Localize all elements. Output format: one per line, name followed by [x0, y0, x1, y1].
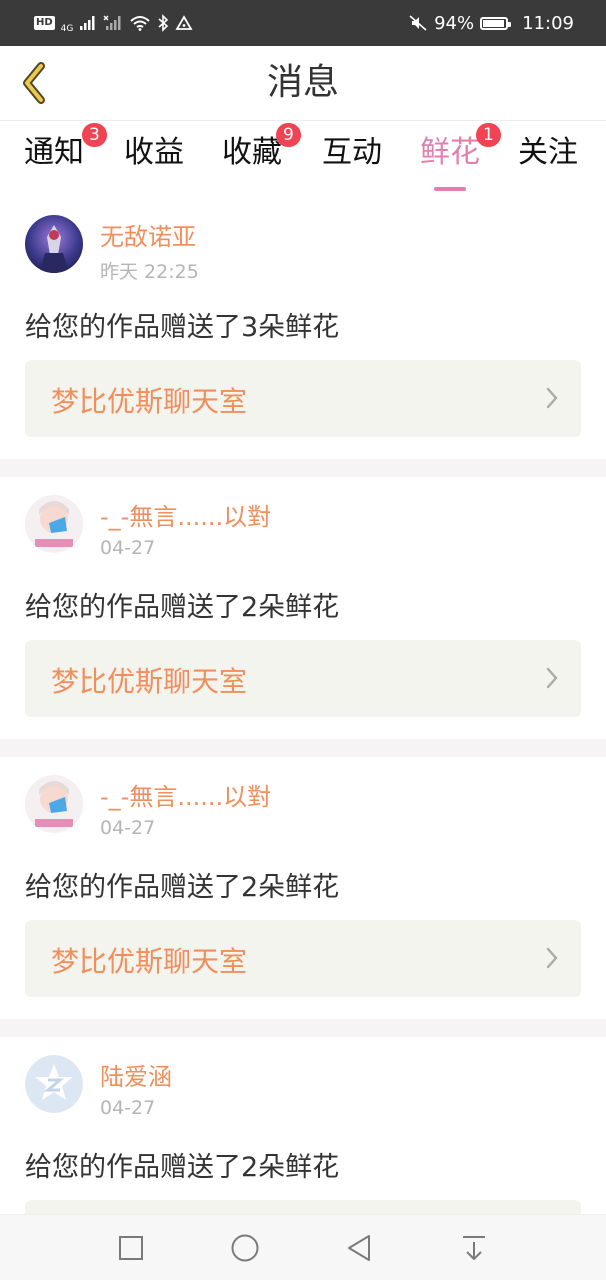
- tab-bar: 通知 3 收益 收藏 9 互动 鲜花 1 关注: [0, 121, 606, 197]
- alert-icon: [175, 15, 193, 30]
- username[interactable]: 无敌诺亚: [100, 217, 196, 252]
- chevron-right-icon: [546, 387, 558, 409]
- default-avatar-icon: [25, 1055, 83, 1113]
- timestamp: 昨天 22:25: [100, 261, 199, 283]
- mute-icon: [409, 15, 427, 31]
- recent-apps-icon: [119, 1236, 143, 1260]
- tab-label: 收藏: [222, 135, 282, 170]
- avatar[interactable]: [25, 495, 83, 553]
- back-icon: [348, 1235, 370, 1261]
- page-title: 消息: [266, 62, 339, 103]
- list-item: -_-無言......以對 04-27 给您的作品赠送了2朵鲜花 梦比优斯聊天室: [0, 757, 606, 1019]
- avatar[interactable]: [25, 215, 83, 273]
- tab-interactions[interactable]: 互动: [322, 131, 382, 191]
- divider: [0, 459, 606, 477]
- wifi-icon: [130, 16, 151, 31]
- clock: 11:09: [522, 12, 574, 34]
- tab-label: 关注: [518, 135, 578, 170]
- hd-icon: HD: [34, 16, 55, 30]
- avatar-image: [25, 495, 83, 553]
- work-link[interactable]: 梦比优斯聊天室: [25, 920, 581, 997]
- timestamp: 04-27: [100, 537, 156, 559]
- chevron-right-icon: [546, 667, 558, 689]
- timestamp: 04-27: [100, 1097, 156, 1119]
- message-text: 给您的作品赠送了2朵鲜花: [25, 592, 340, 623]
- username[interactable]: -_-無言......以對: [100, 777, 271, 812]
- bluetooth-icon: [158, 14, 169, 32]
- work-title: 梦比优斯聊天室: [51, 385, 248, 418]
- message-text: 给您的作品赠送了2朵鲜花: [25, 1152, 340, 1183]
- work-link[interactable]: 梦比优斯聊天室: [25, 640, 581, 717]
- home-button[interactable]: [229, 1232, 261, 1264]
- tab-label: 鲜花: [420, 135, 480, 170]
- message-feed: 无敌诺亚 昨天 22:25 给您的作品赠送了3朵鲜花 梦比优斯聊天室 -_-無言…: [0, 197, 606, 1280]
- tab-earnings[interactable]: 收益: [124, 131, 184, 191]
- avatar[interactable]: [25, 775, 83, 833]
- divider: [0, 1019, 606, 1037]
- status-bar-left: HD 4G: [34, 13, 193, 34]
- message-text: 给您的作品赠送了3朵鲜花: [25, 312, 340, 343]
- username[interactable]: 陆爱涵: [100, 1057, 172, 1092]
- work-title: 梦比优斯聊天室: [51, 945, 248, 978]
- unread-badge: 3: [82, 123, 107, 147]
- status-bar-right: 94% 11:09: [408, 13, 574, 34]
- avatar[interactable]: [25, 1055, 83, 1113]
- battery-fill: [483, 19, 504, 27]
- tab-label: 通知: [24, 135, 84, 170]
- notification-pull-button[interactable]: [458, 1232, 490, 1264]
- username[interactable]: -_-無言......以對: [100, 497, 271, 532]
- signal-empty-icon: [103, 15, 121, 30]
- header: 消息: [0, 46, 606, 121]
- tab-notifications[interactable]: 通知 3: [24, 123, 107, 191]
- list-item: 无敌诺亚 昨天 22:25 给您的作品赠送了3朵鲜花 梦比优斯聊天室: [0, 197, 606, 459]
- battery-percent: 94%: [434, 12, 475, 34]
- phone-screen: HD 4G 94% 11:09 消息 通知 3 收益 收藏 9 互动 鲜花 1 …: [0, 0, 606, 1280]
- network-type-label: 4G: [60, 23, 74, 34]
- active-tab-indicator: [434, 187, 466, 191]
- list-item: -_-無言......以對 04-27 给您的作品赠送了2朵鲜花 梦比优斯聊天室: [0, 477, 606, 739]
- tab-favorites[interactable]: 收藏 9: [222, 123, 301, 191]
- avatar-image: [25, 215, 83, 273]
- timestamp: 04-27: [100, 817, 156, 839]
- notification-pull-icon: [463, 1236, 485, 1261]
- recent-apps-button[interactable]: [115, 1232, 147, 1264]
- home-icon: [231, 1234, 259, 1262]
- work-title: 梦比优斯聊天室: [51, 665, 248, 698]
- unread-badge: 9: [276, 123, 301, 147]
- chevron-right-icon: [546, 947, 558, 969]
- tab-flowers[interactable]: 鲜花 1: [420, 123, 501, 191]
- divider: [0, 739, 606, 757]
- battery-icon: [480, 16, 512, 30]
- system-nav-bar: [0, 1214, 606, 1280]
- tab-following[interactable]: 关注: [518, 131, 578, 191]
- tab-label: 互动: [322, 135, 382, 170]
- status-bar: HD 4G 94% 11:09: [0, 0, 606, 46]
- battery-tip: [508, 21, 512, 27]
- back-nav-button[interactable]: [343, 1232, 375, 1264]
- signal-icon: [80, 16, 95, 30]
- work-link[interactable]: 梦比优斯聊天室: [25, 360, 581, 437]
- message-text: 给您的作品赠送了2朵鲜花: [25, 872, 340, 903]
- avatar-image: [25, 775, 83, 833]
- tab-label: 收益: [124, 135, 184, 170]
- unread-badge: 1: [476, 123, 501, 147]
